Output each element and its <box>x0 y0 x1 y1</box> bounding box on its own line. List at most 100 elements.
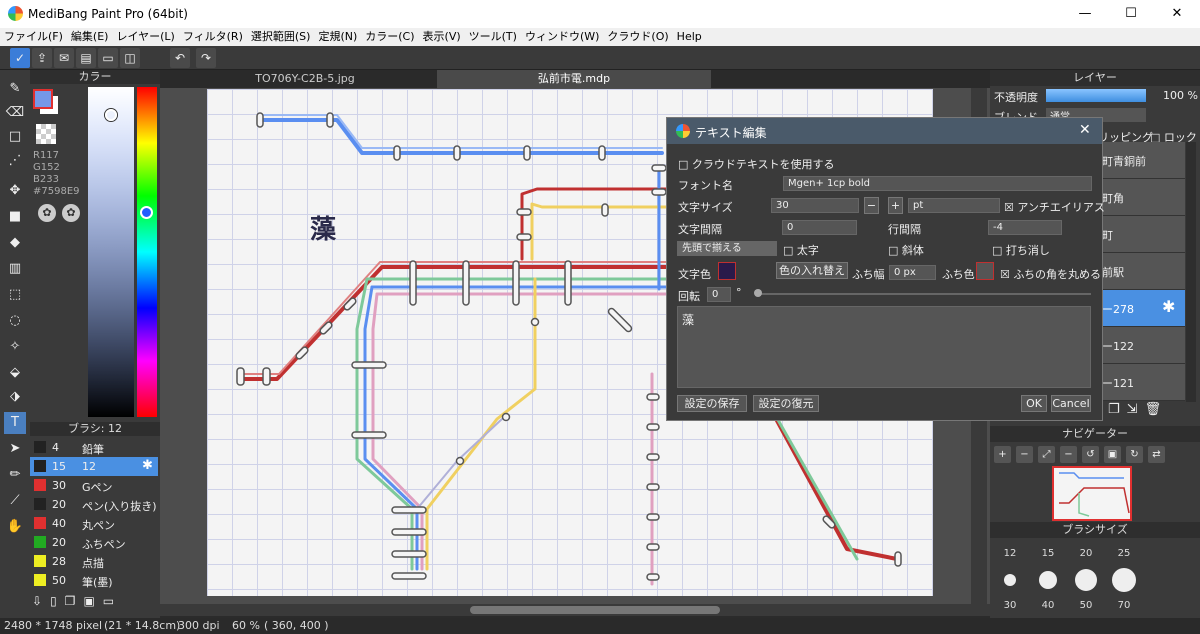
brush-size-label[interactable]: 15 <box>1040 548 1056 559</box>
menu-help[interactable]: Help <box>673 28 706 46</box>
fg-color-swatch[interactable] <box>33 89 53 109</box>
rotation-slider-handle[interactable] <box>754 289 762 297</box>
canvas-text-glyph[interactable]: 藻 <box>310 209 336 246</box>
brush-list-item[interactable]: 50 筆(墨) <box>30 571 158 590</box>
italic-checkbox[interactable]: □ 斜体 <box>888 242 924 258</box>
check-icon[interactable]: ✓ <box>10 48 30 68</box>
zoom-out-icon[interactable]: − <box>1016 446 1033 463</box>
brush-size-label[interactable]: 50 <box>1078 600 1094 611</box>
brush-size-label[interactable]: 25 <box>1116 548 1132 559</box>
brush-list-item[interactable]: 15 12 ✱ <box>30 457 158 476</box>
text-tool-icon[interactable]: T <box>4 412 26 434</box>
menu-layer[interactable]: レイヤー(L) <box>112 28 178 46</box>
hue-slider-handle[interactable] <box>140 206 153 219</box>
hand-tool-icon[interactable]: ✋ <box>4 516 26 538</box>
restore-settings-button[interactable]: 設定の復元 <box>753 395 819 412</box>
rotation-slider[interactable] <box>755 293 1091 295</box>
maximize-button[interactable]: ☐ <box>1108 0 1154 28</box>
border-color-swatch[interactable] <box>976 262 994 280</box>
brush-list-item[interactable]: 20 ふちペン <box>30 533 158 552</box>
line-spacing-input[interactable]: -4 <box>988 220 1062 235</box>
size-unit-select[interactable]: pt <box>908 198 1000 213</box>
menu-filter[interactable]: フィルタ(R) <box>179 28 247 46</box>
brush-size-dot[interactable] <box>1112 568 1136 592</box>
actual-size-icon[interactable]: ▣ <box>1104 446 1121 463</box>
strike-checkbox[interactable]: □ 打ち消し <box>992 242 1050 258</box>
new-brush-icon[interactable]: ▯ <box>50 594 65 608</box>
merge-layer-icon[interactable]: ⇲ <box>1127 402 1145 417</box>
menu-edit[interactable]: 編集(E) <box>67 28 113 46</box>
sv-picker-handle[interactable] <box>105 109 117 121</box>
menu-ruler[interactable]: 定規(N) <box>314 28 361 46</box>
ok-button[interactable]: OK <box>1021 395 1047 412</box>
menu-select[interactable]: 選択範囲(S) <box>247 28 315 46</box>
size-minus-button[interactable]: − <box>864 197 879 214</box>
antialias-checkbox[interactable]: ☒ アンチエイリアス <box>1004 199 1105 215</box>
brush-list-item[interactable]: 40 丸ペン <box>30 514 158 533</box>
duplicate-layer-icon[interactable]: ❐ <box>1108 402 1127 417</box>
zoom-minus-icon[interactable]: − <box>1060 446 1077 463</box>
tab-mdp[interactable]: 弘前市電.mdp <box>437 70 711 88</box>
rotation-input[interactable]: 0 <box>707 287 731 302</box>
brush-size-label[interactable]: 20 <box>1078 548 1094 559</box>
flip-icon[interactable]: ⇄ <box>1148 446 1165 463</box>
opacity-slider[interactable] <box>1046 89 1146 102</box>
text-content-area[interactable]: 藻 <box>677 306 1091 388</box>
menu-window[interactable]: ウィンドウ(W) <box>521 28 603 46</box>
navigator-preview[interactable] <box>1052 466 1132 521</box>
rotate-right-icon[interactable]: ↻ <box>1126 446 1143 463</box>
palette-icon[interactable]: ✿ <box>38 204 56 222</box>
page-icon[interactable]: ▭ <box>98 48 118 68</box>
bucket-tool-icon[interactable]: ◆ <box>4 232 26 254</box>
close-button[interactable]: ✕ <box>1154 0 1200 28</box>
fill-rect-tool-icon[interactable]: ■ <box>4 206 26 228</box>
menu-color[interactable]: カラー(C) <box>361 28 418 46</box>
operation-tool-icon[interactable]: ➤ <box>4 438 26 460</box>
brush-tool-icon[interactable]: ✎ <box>4 78 26 100</box>
delete-layer-icon[interactable]: 🗑 <box>1145 402 1169 417</box>
magic-wand-tool-icon[interactable]: ✧ <box>4 336 26 358</box>
zoom-in-icon[interactable]: + <box>994 446 1011 463</box>
brush-size-label[interactable]: 70 <box>1116 600 1132 611</box>
brush-size-label[interactable]: 30 <box>1002 600 1018 611</box>
brush-size-dot[interactable] <box>1039 571 1057 589</box>
undo-icon[interactable]: ↶ <box>170 48 190 68</box>
minimize-button[interactable]: — <box>1062 0 1108 28</box>
brush-settings-icon[interactable]: ▣ <box>83 594 102 608</box>
brush-list-item[interactable]: 4 鉛筆 <box>30 438 158 457</box>
copy-brush-icon[interactable]: ❐ <box>65 594 84 608</box>
share-icon[interactable]: ⇪ <box>32 48 52 68</box>
select-pen-tool-icon[interactable]: ⬙ <box>4 362 26 384</box>
saturation-brightness-picker[interactable] <box>88 87 134 417</box>
bold-checkbox[interactable]: □ 太字 <box>783 242 819 258</box>
border-width-input[interactable]: 0 px <box>889 265 936 280</box>
layer-settings-gear-icon[interactable]: ✱ <box>1162 297 1175 316</box>
menu-file[interactable]: ファイル(F) <box>0 28 67 46</box>
brush-size-label[interactable]: 40 <box>1040 600 1056 611</box>
dialog-close-button[interactable]: ✕ <box>1079 122 1091 138</box>
lasso-tool-icon[interactable]: ◌ <box>4 310 26 332</box>
redo-icon[interactable]: ↷ <box>196 48 216 68</box>
select-eraser-tool-icon[interactable]: ⬗ <box>4 386 26 408</box>
rotate-left-icon[interactable]: ↺ <box>1082 446 1099 463</box>
brush-list-item[interactable]: 30 Gペン <box>30 476 158 495</box>
note-icon[interactable]: ▤ <box>76 48 96 68</box>
brush-list-item[interactable]: 20 ペン(入り抜き) <box>30 495 158 514</box>
font-select[interactable]: Mgen+ 1cp bold <box>783 176 1092 191</box>
palette-settings-icon[interactable]: ✿ <box>62 204 80 222</box>
layer-list-scrollbar[interactable] <box>1186 142 1196 402</box>
char-spacing-input[interactable]: 0 <box>782 220 857 235</box>
canvas-horizontal-scrollbar[interactable] <box>160 604 990 616</box>
transparent-swatch[interactable] <box>36 124 56 144</box>
gradient-tool-icon[interactable]: ▥ <box>4 258 26 280</box>
menu-view[interactable]: 表示(V) <box>419 28 465 46</box>
cloud-text-checkbox[interactable]: □ クラウドテキストを使用する <box>678 156 835 172</box>
cancel-button[interactable]: Cancel <box>1051 395 1091 412</box>
size-plus-button[interactable]: + <box>888 197 903 214</box>
menu-tool[interactable]: ツール(T) <box>465 28 521 46</box>
fit-icon[interactable]: ⤢ <box>1038 446 1055 463</box>
comment-icon[interactable]: ✉ <box>54 48 74 68</box>
move-tool-icon[interactable]: ✥ <box>4 180 26 202</box>
align-select[interactable]: 先頭で揃える <box>677 241 777 256</box>
view-icon[interactable]: ◫ <box>120 48 140 68</box>
